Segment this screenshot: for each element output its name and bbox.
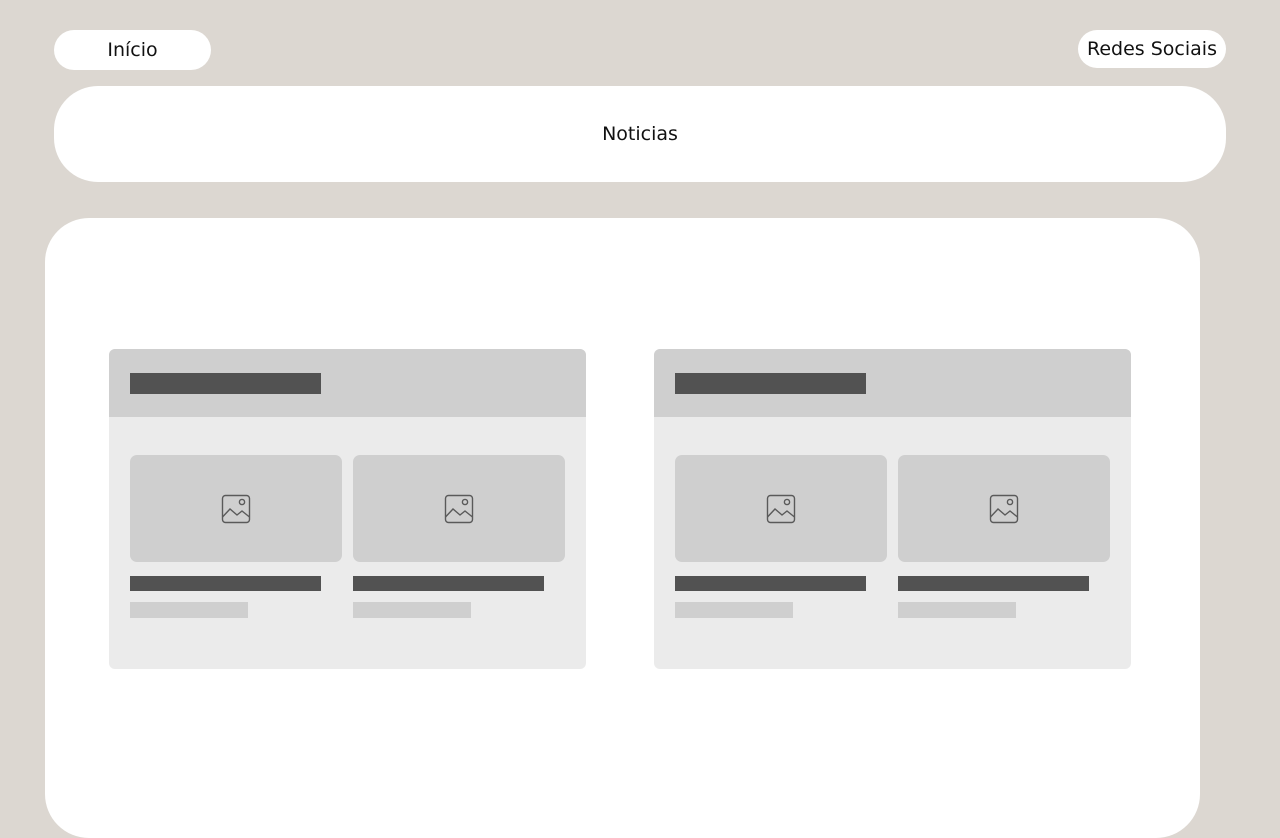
- news-item-subtitle-placeholder: [898, 602, 1016, 618]
- image-icon: [221, 494, 251, 524]
- home-button[interactable]: Início: [54, 30, 211, 70]
- news-card-header: [109, 349, 586, 417]
- news-item-subtitle-placeholder: [675, 602, 793, 618]
- news-item-thumbnail[interactable]: [130, 455, 342, 562]
- news-card: [109, 349, 586, 669]
- main-content-panel: [45, 218, 1200, 838]
- news-item-title-placeholder: [675, 576, 866, 591]
- news-card-header: [654, 349, 1131, 417]
- image-icon: [766, 494, 796, 524]
- news-card: [654, 349, 1131, 669]
- news-item-thumbnail[interactable]: [675, 455, 887, 562]
- news-card-title-placeholder: [130, 373, 321, 394]
- page-title: Noticias: [602, 123, 678, 145]
- social-networks-button-label: Redes Sociais: [1087, 38, 1217, 60]
- home-button-label: Início: [107, 39, 158, 61]
- image-icon: [444, 494, 474, 524]
- image-icon: [989, 494, 1019, 524]
- news-item-subtitle-placeholder: [353, 602, 471, 618]
- news-header: Noticias: [54, 86, 1226, 182]
- news-item-subtitle-placeholder: [130, 602, 248, 618]
- social-networks-button[interactable]: Redes Sociais: [1078, 30, 1226, 68]
- news-item-title-placeholder: [898, 576, 1089, 591]
- news-item-title-placeholder: [130, 576, 321, 591]
- news-item-title-placeholder: [353, 576, 544, 591]
- news-card-title-placeholder: [675, 373, 866, 394]
- news-item-thumbnail[interactable]: [353, 455, 565, 562]
- news-item-thumbnail[interactable]: [898, 455, 1110, 562]
